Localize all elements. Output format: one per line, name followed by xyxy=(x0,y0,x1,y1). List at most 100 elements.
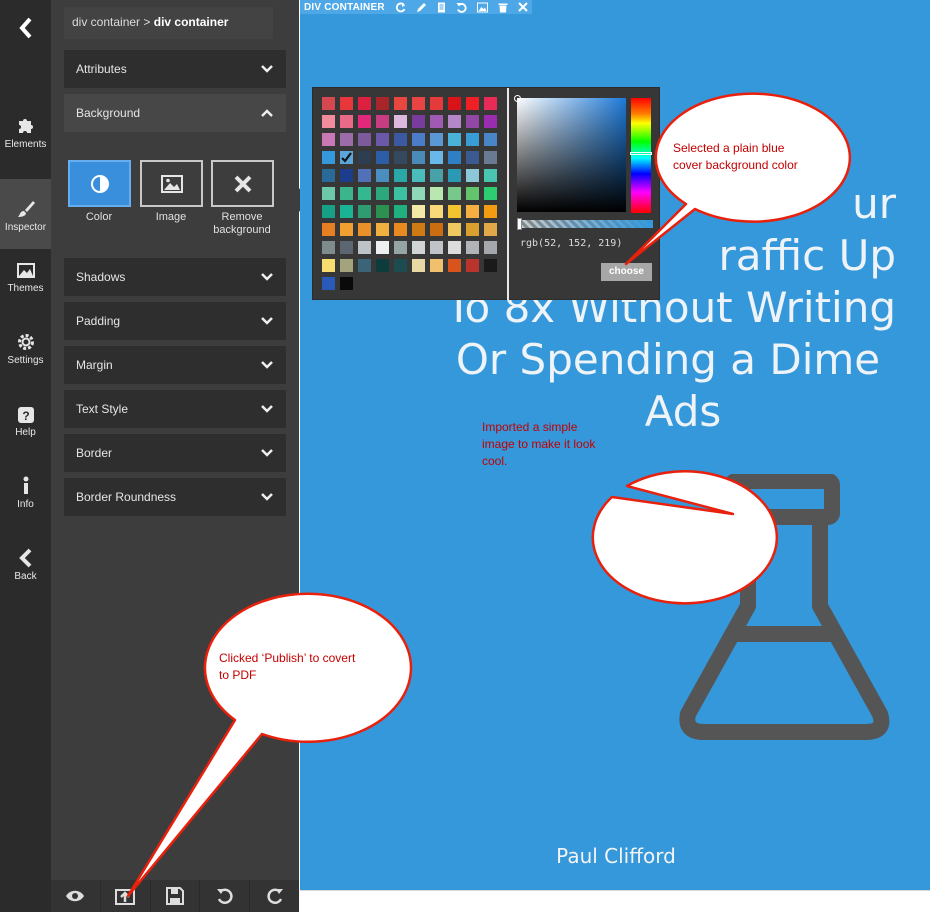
color-swatch[interactable] xyxy=(376,241,389,254)
color-swatch[interactable] xyxy=(322,115,335,128)
color-swatch[interactable] xyxy=(484,205,497,218)
section-border[interactable]: Border xyxy=(64,434,286,472)
rgb-value[interactable]: rgb(52, 152, 219) xyxy=(520,238,622,249)
color-swatch[interactable] xyxy=(412,223,425,236)
color-swatch[interactable] xyxy=(430,187,443,200)
color-swatch[interactable] xyxy=(484,259,497,272)
color-swatch[interactable] xyxy=(466,133,479,146)
color-swatch[interactable] xyxy=(448,223,461,236)
color-swatch[interactable] xyxy=(376,259,389,272)
color-swatch[interactable] xyxy=(340,259,353,272)
color-swatch[interactable] xyxy=(466,151,479,164)
color-swatch[interactable] xyxy=(448,151,461,164)
background-color-button[interactable] xyxy=(68,160,131,207)
rail-elements[interactable]: Elements xyxy=(0,96,51,166)
color-swatch[interactable] xyxy=(448,133,461,146)
remove-background-button[interactable] xyxy=(211,160,274,207)
color-swatch[interactable] xyxy=(412,187,425,200)
color-swatch[interactable] xyxy=(376,97,389,110)
color-swatch[interactable] xyxy=(322,205,335,218)
color-swatch[interactable] xyxy=(430,223,443,236)
color-swatch[interactable] xyxy=(448,205,461,218)
color-swatch[interactable] xyxy=(376,151,389,164)
color-swatch[interactable] xyxy=(358,169,371,182)
rail-settings[interactable]: Settings xyxy=(0,312,51,382)
color-swatch[interactable] xyxy=(412,169,425,182)
color-swatch[interactable] xyxy=(322,169,335,182)
color-swatch[interactable] xyxy=(412,133,425,146)
color-swatch[interactable] xyxy=(412,205,425,218)
undo-button[interactable] xyxy=(200,880,251,912)
color-swatch[interactable] xyxy=(394,241,407,254)
color-swatch[interactable] xyxy=(340,115,353,128)
section-background[interactable]: Background xyxy=(64,94,286,132)
color-swatch[interactable] xyxy=(448,259,461,272)
color-swatch[interactable] xyxy=(466,115,479,128)
color-swatch[interactable] xyxy=(466,187,479,200)
color-swatch[interactable] xyxy=(448,115,461,128)
hue-handle[interactable] xyxy=(630,152,652,155)
color-swatch[interactable] xyxy=(322,187,335,200)
color-swatch[interactable] xyxy=(322,259,335,272)
choose-button[interactable]: choose xyxy=(601,263,652,281)
color-swatch[interactable] xyxy=(340,241,353,254)
color-swatch[interactable] xyxy=(340,151,353,164)
color-swatch[interactable] xyxy=(394,115,407,128)
color-swatch[interactable] xyxy=(340,133,353,146)
color-swatch[interactable] xyxy=(358,223,371,236)
color-swatch[interactable] xyxy=(430,169,443,182)
section-margin[interactable]: Margin xyxy=(64,346,286,384)
color-swatch[interactable] xyxy=(340,205,353,218)
color-swatch[interactable] xyxy=(322,97,335,110)
document-icon[interactable] xyxy=(437,2,446,13)
color-swatch[interactable] xyxy=(322,223,335,236)
color-swatch[interactable] xyxy=(484,187,497,200)
color-swatch[interactable] xyxy=(448,97,461,110)
color-swatch[interactable] xyxy=(466,241,479,254)
saturation-brightness-area[interactable] xyxy=(514,95,626,212)
color-swatch[interactable] xyxy=(448,187,461,200)
color-swatch[interactable] xyxy=(484,133,497,146)
color-swatch[interactable] xyxy=(484,223,497,236)
close-icon[interactable] xyxy=(518,2,528,12)
color-swatch[interactable] xyxy=(448,241,461,254)
rail-info[interactable]: Info xyxy=(0,456,51,526)
color-swatch[interactable] xyxy=(394,97,407,110)
color-swatch[interactable] xyxy=(376,187,389,200)
color-swatch[interactable] xyxy=(376,133,389,146)
color-swatch[interactable] xyxy=(394,187,407,200)
color-swatch[interactable] xyxy=(484,115,497,128)
color-swatch[interactable] xyxy=(484,151,497,164)
color-swatch[interactable] xyxy=(340,187,353,200)
color-swatch[interactable] xyxy=(376,223,389,236)
color-swatch[interactable] xyxy=(430,115,443,128)
color-swatch[interactable] xyxy=(430,133,443,146)
rail-themes[interactable]: Themes xyxy=(0,240,51,310)
color-swatch[interactable] xyxy=(430,97,443,110)
color-swatch[interactable] xyxy=(376,205,389,218)
rail-inspector[interactable]: Inspector xyxy=(0,179,51,249)
color-swatch[interactable] xyxy=(412,115,425,128)
color-swatch[interactable] xyxy=(394,151,407,164)
color-swatch[interactable] xyxy=(358,151,371,164)
rail-help[interactable]: ? Help xyxy=(0,384,51,454)
color-cursor[interactable] xyxy=(514,95,521,102)
color-swatch[interactable] xyxy=(340,223,353,236)
section-padding[interactable]: Padding xyxy=(64,302,286,340)
hue-slider[interactable] xyxy=(630,98,652,213)
color-swatch[interactable] xyxy=(358,187,371,200)
color-swatch[interactable] xyxy=(376,169,389,182)
color-swatch[interactable] xyxy=(430,205,443,218)
color-swatch[interactable] xyxy=(430,259,443,272)
color-swatch[interactable] xyxy=(430,151,443,164)
color-swatch[interactable] xyxy=(430,241,443,254)
save-button[interactable] xyxy=(151,880,201,912)
color-swatch[interactable] xyxy=(412,241,425,254)
color-swatch[interactable] xyxy=(394,169,407,182)
color-swatch[interactable] xyxy=(358,97,371,110)
cover-author[interactable]: Paul Clifford xyxy=(300,844,930,868)
trash-icon[interactable] xyxy=(498,2,508,13)
color-swatch[interactable] xyxy=(340,169,353,182)
color-swatch[interactable] xyxy=(466,223,479,236)
flask-icon[interactable] xyxy=(670,474,900,744)
